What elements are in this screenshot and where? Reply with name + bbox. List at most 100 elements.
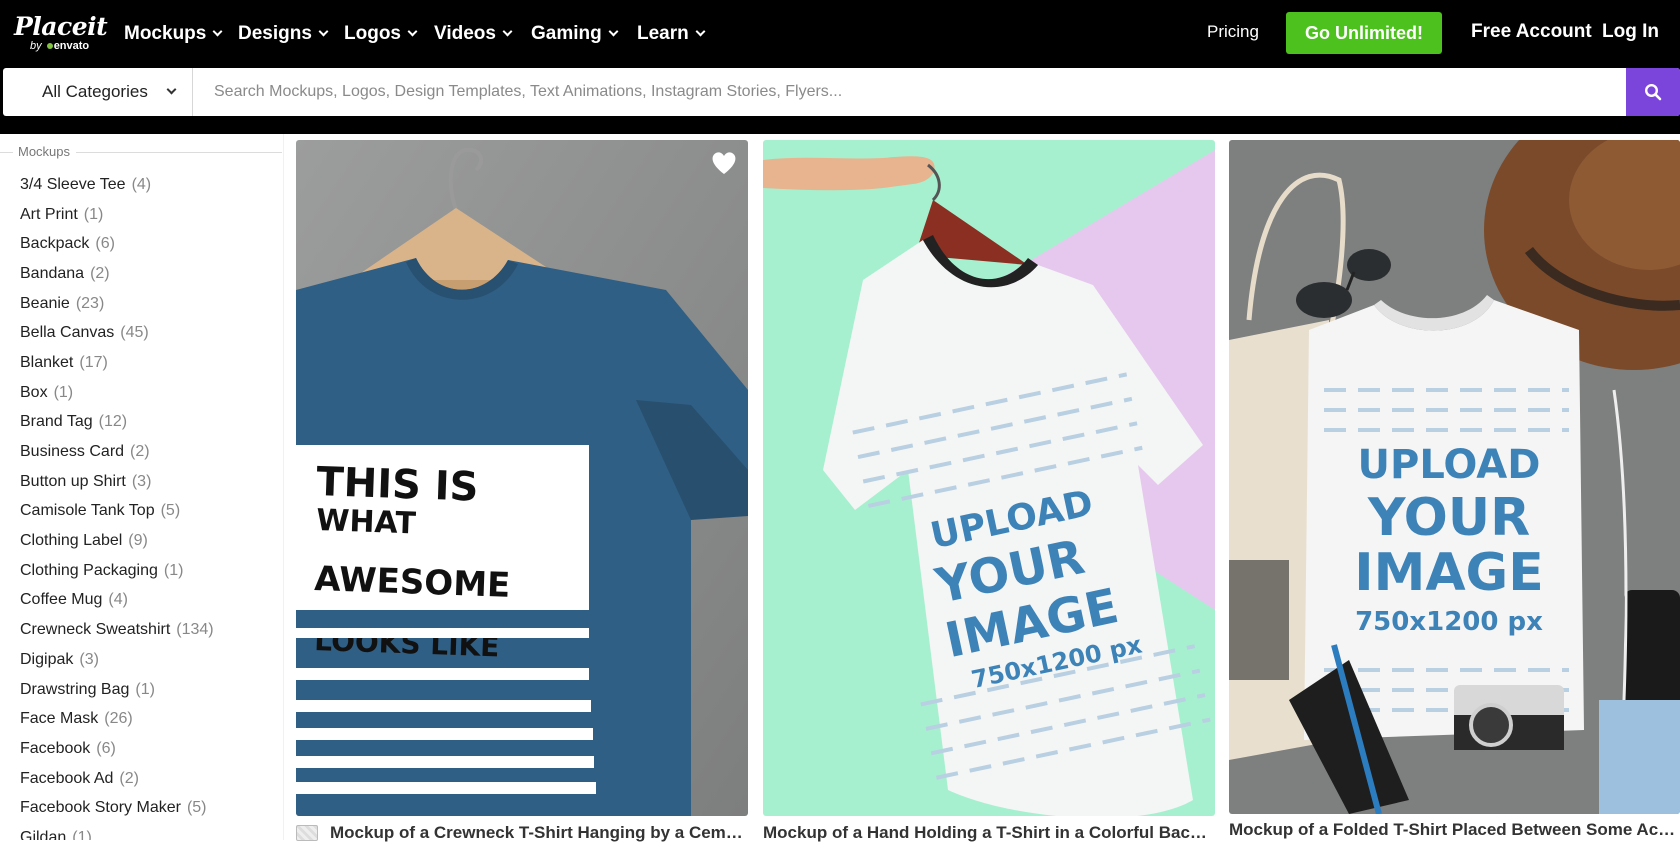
sidebar-category-item[interactable]: Bandana (2) (20, 259, 214, 289)
template-thumbnail[interactable]: UPLOAD YOUR IMAGE 750x1200 px (763, 140, 1215, 816)
sidebar-category-count: (1) (72, 828, 92, 840)
sidebar-category-item[interactable]: Business Card (2) (20, 437, 214, 467)
sidebar-category-count: (45) (120, 324, 149, 342)
sidebar-category-item[interactable]: Camisole Tank Top (5) (20, 497, 214, 527)
search-input[interactable] (194, 68, 1626, 116)
template-title[interactable]: Mockup of a Hand Holding a T-Shirt in a … (763, 823, 1215, 843)
sidebar-category-label: Art Print (20, 205, 78, 223)
sidebar-category-label: Facebook (20, 739, 91, 757)
nav-mockups[interactable]: Mockups (124, 20, 223, 48)
nav-gaming[interactable]: Gaming (531, 20, 619, 48)
favorite-heart-icon[interactable] (710, 150, 738, 176)
sidebar-category-item[interactable]: Beanie (23) (20, 289, 214, 319)
sidebar-category-label: Backpack (20, 235, 90, 253)
sidebar-category-item[interactable]: Coffee Mug (4) (20, 586, 214, 616)
tshirt-mockup-image: UPLOAD YOUR IMAGE 750x1200 px (1229, 140, 1680, 814)
sidebar-category-label: Face Mask (20, 710, 99, 728)
sidebar-category-label: Business Card (20, 443, 125, 461)
search-icon (1644, 83, 1662, 101)
sidebar-category-item[interactable]: Bella Canvas (45) (20, 318, 214, 348)
template-title[interactable]: Mockup of a Crewneck T-Shirt Hanging by … (296, 823, 748, 843)
template-thumbnail[interactable]: UPLOAD YOUR IMAGE 750x1200 px (1229, 140, 1680, 814)
nav-logos[interactable]: Logos (344, 20, 418, 48)
placeit-logo[interactable]: Placeit by envato (14, 12, 108, 54)
sidebar-category-item[interactable]: Blanket (17) (20, 348, 214, 378)
search-button[interactable] (1626, 68, 1680, 116)
sidebar-category-label: Button up Shirt (20, 472, 126, 490)
template-title-text: Mockup of a Folded T-Shirt Placed Betwee… (1229, 820, 1680, 839)
nav-designs-label: Designs (238, 23, 312, 44)
sidebar-category-count: (17) (79, 353, 108, 371)
sidebar-category-count: (134) (176, 621, 214, 639)
category-sidebar: Mockups 3/4 Sleeve Tee (4) Art Print (1) Bac… (0, 134, 284, 840)
sidebar-category-item[interactable]: Box (1) (20, 378, 214, 408)
sidebar-category-item[interactable]: Brand Tag (12) (20, 408, 214, 438)
template-title[interactable]: Mockup of a Folded T-Shirt Placed Betwee… (1229, 820, 1680, 840)
sidebar-category-count: (5) (186, 799, 207, 817)
sidebar-category-item[interactable]: Face Mask (26) (20, 704, 214, 734)
sidebar-category-count: (2) (90, 264, 110, 282)
chevron-down-icon (608, 26, 619, 37)
sidebar-category-count: (1) (163, 561, 184, 579)
sidebar-category-count: (3) (79, 650, 99, 668)
pricing-link[interactable]: Pricing (1207, 22, 1259, 42)
template-thumbnail[interactable]: THIS IS WHAT AWESOME LOOKS LIKE (296, 140, 748, 816)
nav-videos[interactable]: Videos (434, 20, 513, 48)
logo-by-text: by (30, 40, 42, 52)
sidebar-category-item[interactable]: Digipak (3) (20, 645, 214, 675)
sidebar-category-item[interactable]: Backpack (6) (20, 229, 214, 259)
chevron-down-icon (212, 26, 223, 37)
logo-tagline: by envato (30, 40, 104, 52)
free-account-link[interactable]: Free Account (1471, 21, 1592, 43)
sidebar-category-item[interactable]: Crewneck Sweatshirt (134) (20, 615, 214, 645)
sidebar-category-item[interactable]: Facebook Ad (2) (20, 764, 214, 794)
sidebar-category-label: Bella Canvas (20, 324, 115, 342)
template-card[interactable]: UPLOAD YOUR IMAGE 750x1200 px Mockup of … (1229, 140, 1680, 840)
category-select[interactable]: All Categories (3, 68, 193, 116)
sidebar-category-item[interactable]: Facebook Story Maker (5) (20, 793, 214, 823)
divider (76, 152, 282, 153)
divider (0, 152, 13, 153)
sidebar-category-label: 3/4 Sleeve Tee (20, 175, 126, 193)
sidebar-section-title: Mockups (18, 144, 71, 159)
sidebar-category-count: (26) (104, 710, 133, 728)
sidebar-category-count: (23) (75, 294, 105, 312)
sidebar-category-count: (6) (96, 739, 116, 757)
sidebar-category-item[interactable]: Facebook (6) (20, 734, 214, 764)
sidebar-category-count: (6) (95, 235, 115, 253)
sidebar-category-item[interactable]: Button up Shirt (3) (20, 467, 214, 497)
shirt-print-line-3: IMAGE (1354, 543, 1544, 603)
sidebar-category-item[interactable]: Art Print (1) (20, 200, 214, 230)
sidebar-category-item[interactable]: Clothing Label (9) (20, 526, 214, 556)
sidebar-category-count: (1) (53, 383, 74, 401)
shirt-print-line-4: 750x1200 px (1355, 607, 1543, 637)
sidebar-category-label: Crewneck Sweatshirt (20, 621, 171, 639)
envato-leaf-icon (46, 42, 53, 49)
go-unlimited-button[interactable]: Go Unlimited! (1286, 12, 1442, 54)
sidebar-category-label: Drawstring Bag (20, 680, 130, 698)
sidebar-category-item[interactable]: Clothing Packaging (1) (20, 556, 214, 586)
sidebar-category-item[interactable]: Drawstring Bag (1) (20, 675, 214, 705)
category-select-label: All Categories (42, 82, 148, 101)
login-link[interactable]: Log In (1602, 21, 1659, 43)
nav-designs[interactable]: Designs (238, 20, 329, 48)
tshirt-mockup-image: UPLOAD YOUR IMAGE 750x1200 px (763, 140, 1215, 816)
template-card[interactable]: UPLOAD YOUR IMAGE 750x1200 px Mockup of … (763, 140, 1215, 843)
sidebar-category-label: Box (20, 383, 48, 401)
nav-learn[interactable]: Learn (637, 20, 706, 48)
shirt-print-line-2: YOUR (1367, 488, 1530, 548)
template-card[interactable]: THIS IS WHAT AWESOME LOOKS LIKE Mockup o… (296, 140, 748, 843)
sidebar-category-item[interactable]: 3/4 Sleeve Tee (4) (20, 170, 214, 200)
sidebar-category-count: (12) (98, 413, 128, 431)
sidebar-category-label: Clothing Label (20, 532, 123, 550)
logo-wordmark: Placeit (14, 12, 108, 41)
chevron-down-icon (695, 26, 706, 37)
sidebar-category-label: Blanket (20, 353, 74, 371)
nav-videos-label: Videos (434, 23, 496, 44)
template-title-text: Mockup of a Crewneck T-Shirt Hanging by … (330, 823, 748, 842)
sidebar-category-label: Facebook Story Maker (20, 799, 181, 817)
mockup-type-icon (296, 825, 318, 841)
sidebar-category-item[interactable]: Gildan (1) (20, 823, 214, 840)
chevron-down-icon (166, 84, 177, 95)
tshirt-mockup-image: THIS IS WHAT AWESOME LOOKS LIKE (296, 140, 748, 816)
